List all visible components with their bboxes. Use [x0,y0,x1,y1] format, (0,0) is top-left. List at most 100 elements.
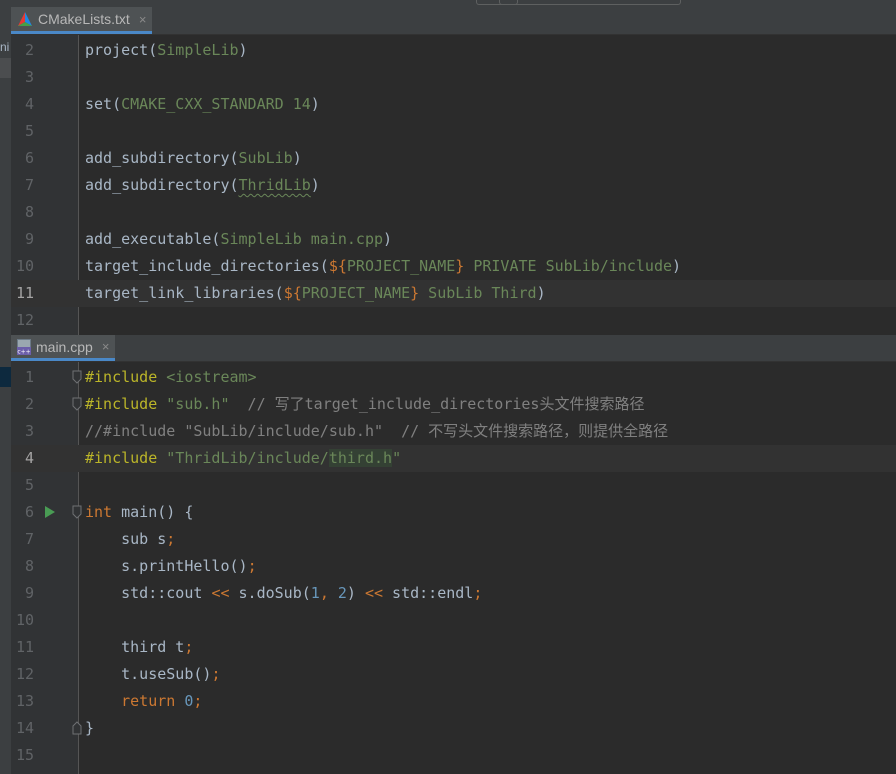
code-text: //#include "SubLib/include/sub.h" // 不写头… [85,418,668,445]
code-line[interactable]: 13 return 0; [11,688,896,715]
fold-marker-icon[interactable] [72,505,82,519]
code-token: "ThridLib/include/ [166,449,329,467]
line-number: 10 [15,611,34,629]
code-token: #include [85,395,167,413]
code-token: SimpleLib main.cpp [220,230,384,248]
code-token: ; [247,557,257,575]
code-text: add_subdirectory(ThridLib) [85,172,320,199]
main-tab-bar: c++ main.cpp × [11,335,896,362]
run-gutter-icon[interactable] [45,506,55,518]
code-token: s.doSub( [229,584,311,602]
code-line[interactable]: 12 t.useSub(); [11,661,896,688]
tab-cmakelists[interactable]: CMakeLists.txt × [11,7,153,34]
code-line[interactable]: 8 s.printHello(); [11,553,896,580]
code-token: std::endl [383,584,474,602]
code-line[interactable]: 2 #include "sub.h" // 写了target_include_di… [11,391,896,418]
code-token: ; [166,530,176,548]
svg-text:c++: c++ [17,348,30,355]
line-number: 7 [24,530,34,548]
code-token: third t [85,638,185,656]
code-text: std::cout << s.doSub(1, 2) << std::endl; [85,580,482,607]
code-token: target_link_libraries( [85,284,284,302]
fold-marker-icon[interactable] [72,370,82,384]
code-token: project( [85,41,158,59]
code-text: sub s; [85,526,175,553]
code-line[interactable]: 12 [11,307,896,334]
code-line[interactable]: 8 [11,199,896,226]
code-token: "sub.h" [166,395,230,413]
code-token: ; [193,692,203,710]
main-editor[interactable]: 1 #include <iostream> 2 #include "sub.h" //… [11,362,896,774]
tab-cmakelists-label: CMakeLists.txt [38,11,130,27]
project-panel-selection-active [0,367,11,387]
code-line[interactable]: 7 add_subdirectory(ThridLib) [11,172,896,199]
code-line[interactable]: 4 #include "ThridLib/include/third.h" [11,445,896,472]
cpp-file-icon: c++ [17,338,31,355]
code-token: 1 [310,584,320,602]
code-token: set( [85,95,122,113]
code-line[interactable]: 11 third t; [11,634,896,661]
code-line[interactable]: 2 project(SimpleLib) [11,37,896,64]
code-token: ) [672,257,682,275]
code-token: ) [310,95,320,113]
code-token: ) [536,284,546,302]
code-token: SubLib [238,149,293,167]
code-token: <iostream> [166,368,257,386]
code-token: ; [473,584,483,602]
code-token: 2 [337,584,347,602]
close-icon[interactable]: × [139,12,147,27]
line-number: 2 [24,41,34,59]
code-line[interactable]: 7 sub s; [11,526,896,553]
line-number: 5 [24,476,34,494]
code-line[interactable]: 1 #include <iostream> [11,364,896,391]
code-line[interactable]: 4 set(CMAKE_CXX_STANDARD 14) [11,91,896,118]
code-text: set(CMAKE_CXX_STANDARD 14) [85,91,320,118]
code-text: third t; [85,634,193,661]
code-token: ${ [328,257,347,275]
cmake-editor-pane: CMakeLists.txt × 2 project(SimpleLib) 3 4 se… [11,0,896,335]
code-text: target_link_libraries(${PROJECT_NAME} Su… [85,280,546,307]
code-line[interactable]: 15 [11,742,896,769]
code-token: target_include_directories( [85,257,329,275]
code-line[interactable]: 9 std::cout << s.doSub(1, 2) << std::end… [11,580,896,607]
code-line[interactable]: 6 add_subdirectory(SubLib) [11,145,896,172]
code-token: ${ [283,284,302,302]
code-token: #include [85,449,167,467]
line-number: 3 [24,422,34,440]
fold-marker-icon[interactable] [72,397,82,411]
code-line[interactable]: 9 add_executable(SimpleLib main.cpp) [11,226,896,253]
cmake-triangle-icon [17,11,33,27]
code-line[interactable]: 10 target_include_directories(${PROJECT_N… [11,253,896,280]
code-line[interactable]: 5 [11,118,896,145]
cmake-editor[interactable]: 2 project(SimpleLib) 3 4 set(CMAKE_CXX_STAND… [11,35,896,335]
code-line[interactable]: 10 [11,607,896,634]
code-line[interactable]: 5 [11,472,896,499]
line-number: 6 [24,149,34,167]
code-line[interactable]: 11 target_link_libraries(${PROJECT_NAME} … [11,280,896,307]
code-token: } [85,719,95,737]
code-token: ; [184,638,194,656]
code-token: << [211,584,230,602]
code-line[interactable]: 3 //#include "SubLib/include/sub.h" // 不写… [11,418,896,445]
project-panel-fragment: ni [0,40,10,54]
code-token: add_subdirectory( [85,149,239,167]
code-text: add_subdirectory(SubLib) [85,145,302,172]
code-token: ) [238,41,248,59]
code-text: project(SimpleLib) [85,37,248,64]
code-text: target_include_directories(${PROJECT_NAM… [85,253,681,280]
code-token: SimpleLib [157,41,239,59]
code-token: #include [85,368,167,386]
code-token: CMAKE_CXX_STANDARD 14 [121,95,311,113]
code-line[interactable]: 3 [11,64,896,91]
toolbar-edge [499,0,681,5]
line-number: 2 [24,395,34,413]
line-number: 11 [15,638,34,656]
tab-main-cpp[interactable]: c++ main.cpp × [11,335,116,361]
close-icon[interactable]: × [102,339,110,354]
code-line[interactable]: 6 int main() { [11,499,896,526]
cmake-tab-bar: CMakeLists.txt × [11,0,896,35]
code-line[interactable]: 14} [11,715,896,742]
line-number: 5 [24,122,34,140]
fold-marker-icon[interactable] [72,721,82,735]
code-token: ) [292,149,302,167]
